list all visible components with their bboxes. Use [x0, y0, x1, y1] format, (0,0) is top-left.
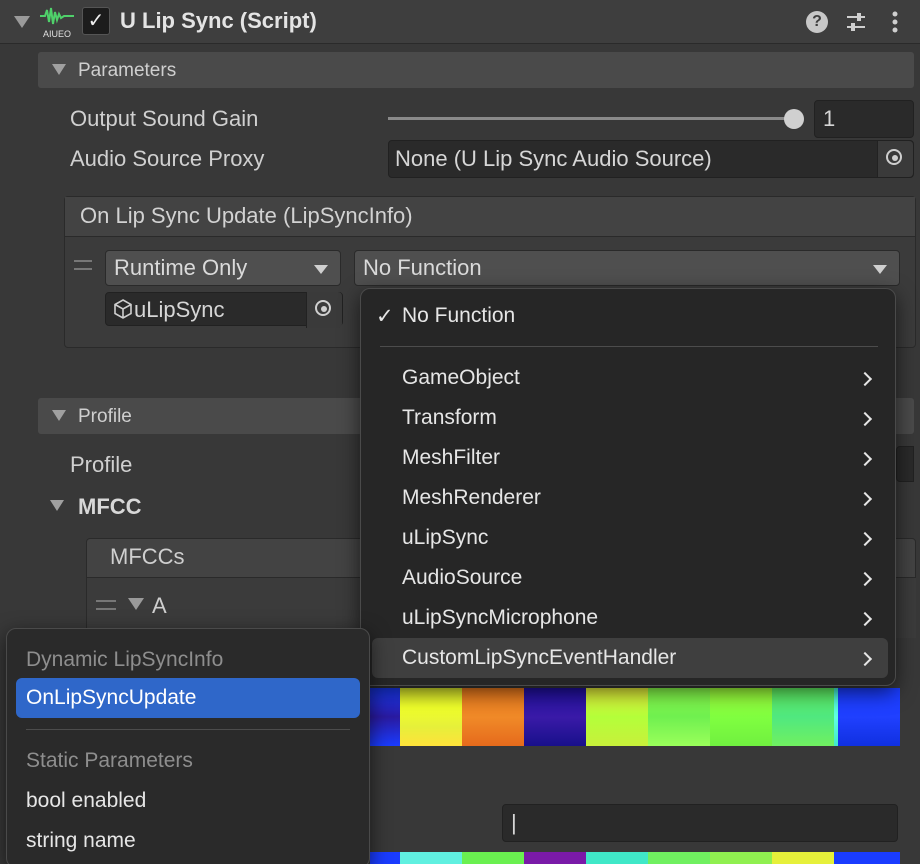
parameters-foldout[interactable]: Parameters [38, 52, 914, 88]
parameters-foldout-arrow-icon [52, 64, 66, 75]
component-context-menu-icon[interactable] [888, 8, 902, 36]
chevron-down-icon [873, 265, 887, 274]
mfcc-heatmap-a-cell [838, 688, 900, 746]
object-picker-icon[interactable] [306, 292, 342, 328]
menu-item-meshrenderer[interactable]: MeshRenderer [402, 486, 541, 510]
drag-handle-icon[interactable] [96, 600, 116, 610]
enabled-check-mark: ✓ [87, 10, 105, 32]
event-title: On Lip Sync Update (LipSyncInfo) [80, 203, 413, 228]
parameters-section-label: Parameters [78, 60, 177, 81]
mfcc-label: MFCC [78, 494, 142, 519]
runtime-mode-dropdown[interactable]: Runtime Only [105, 250, 341, 286]
menu-item-ulipsyncmicrophone[interactable]: uLipSyncMicrophone [402, 606, 598, 630]
dynamic-section-header: Dynamic LipSyncInfo [26, 648, 224, 671]
phoneme-a-label: A [152, 593, 167, 618]
audio-source-proxy-field[interactable]: None (U Lip Sync Audio Source) [388, 140, 914, 178]
audio-source-proxy-value: None (U Lip Sync Audio Source) [395, 146, 712, 171]
profile-field[interactable] [896, 446, 914, 482]
profile-section-label: Profile [78, 406, 132, 427]
mfccs-label: MFCCs [110, 544, 185, 569]
menu-item-onlipsyncupdate[interactable]: OnLipSyncUpdate [26, 686, 196, 710]
mfcc-foldout-arrow-icon[interactable] [50, 500, 64, 511]
menu-item-customlipsynceventhandler[interactable]: CustomLipSyncEventHandler [402, 646, 676, 670]
mfcc-heatmap-a [370, 688, 900, 746]
menu-item-meshfilter[interactable]: MeshFilter [402, 446, 500, 470]
menu-item-no-function[interactable]: No Function [402, 304, 515, 328]
menu-separator [380, 346, 878, 347]
function-value: No Function [363, 255, 482, 280]
object-picker-icon[interactable] [877, 141, 913, 177]
menu-item-string-name[interactable]: string name [26, 829, 136, 853]
mfcc-heatmap-b [370, 852, 900, 864]
static-section-header: Static Parameters [26, 749, 193, 772]
script-icon-label: AIUEO [42, 29, 71, 39]
menu-item-transform[interactable]: Transform [402, 406, 497, 430]
menu-item-audiosource[interactable]: AudioSource [402, 566, 522, 590]
menu-item-gameobject[interactable]: GameObject [402, 366, 520, 390]
event-target-object-value: uLipSync [134, 297, 225, 322]
output-gain-slider-thumb[interactable] [784, 109, 804, 129]
component-foldout-arrow-icon[interactable] [14, 16, 30, 28]
output-gain-slider-track[interactable] [388, 117, 794, 120]
drag-handle-icon[interactable] [74, 260, 92, 270]
audio-source-proxy-label: Audio Source Proxy [70, 146, 265, 171]
cube-icon [114, 299, 132, 319]
checked-item-mark: ✓ [376, 305, 394, 328]
preset-settings-icon[interactable] [844, 10, 868, 34]
event-target-object-field[interactable]: uLipSync [105, 292, 343, 328]
menu-item-bool-enabled[interactable]: bool enabled [26, 789, 146, 813]
menu-item-ulipsync[interactable]: uLipSync [402, 526, 488, 550]
ulipsync-script-icon: AIUEO [40, 6, 74, 39]
profile-field-label: Profile [70, 452, 133, 477]
chevron-down-icon [314, 265, 328, 274]
text-input-field[interactable]: | [502, 804, 898, 842]
component-enabled-checkbox[interactable]: ✓ [82, 7, 110, 35]
help-icon[interactable]: ? [806, 11, 828, 33]
phoneme-a-foldout-arrow-icon[interactable] [128, 598, 144, 610]
profile-foldout-arrow-icon [52, 410, 66, 421]
output-sound-gain-label: Output Sound Gain [70, 106, 259, 131]
component-title: U Lip Sync (Script) [120, 8, 317, 33]
function-dropdown[interactable]: No Function [354, 250, 900, 286]
output-gain-value-field[interactable]: 1 [814, 100, 914, 138]
runtime-mode-value: Runtime Only [114, 255, 248, 280]
menu-separator [26, 729, 350, 730]
